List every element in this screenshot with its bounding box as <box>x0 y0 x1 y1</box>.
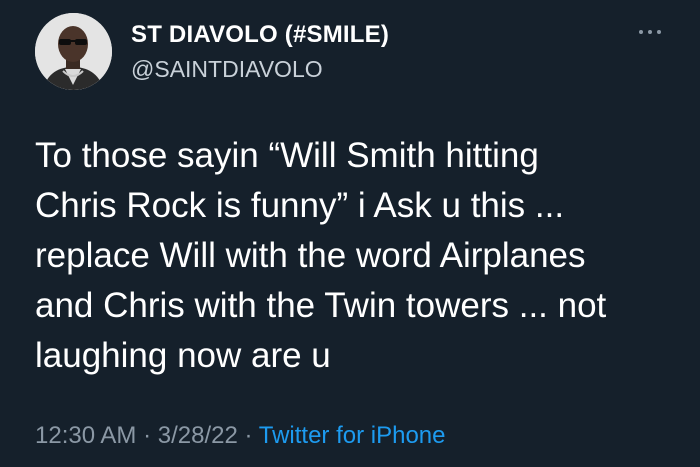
tweet-text-line: Chris Rock is funny” i Ask u this ... <box>35 186 565 225</box>
avatar[interactable] <box>35 13 112 90</box>
meta-separator: · <box>143 422 152 449</box>
avatar-image <box>35 13 112 90</box>
tweet-time[interactable]: 12:30 AM <box>35 422 136 449</box>
author-block: ST DIAVOLO (#SMILE) @SAINTDIAVOLO <box>131 20 389 84</box>
tweet-text-line: laughing now are u <box>35 336 331 375</box>
user-handle[interactable]: @SAINTDIAVOLO <box>131 54 389 84</box>
tweet-text-line: and Chris with the Twin towers ... not <box>35 286 607 325</box>
display-name[interactable]: ST DIAVOLO (#SMILE) <box>131 20 389 50</box>
tweet-meta: 12:30 AM · 3/28/22 · Twitter for iPhone <box>35 421 445 451</box>
tweet-text: To those sayin “Will Smith hitting Chris… <box>35 131 675 381</box>
tweet-text-line: replace Will with the word Airplanes <box>35 236 586 275</box>
meta-separator: · <box>244 422 253 449</box>
tweet-source-link[interactable]: Twitter for iPhone <box>259 422 446 449</box>
more-horizontal-icon[interactable] <box>639 26 663 38</box>
tweet-text-line: To those sayin “Will Smith hitting <box>35 136 539 175</box>
tweet-date[interactable]: 3/28/22 <box>158 422 238 449</box>
tweet-card: ST DIAVOLO (#SMILE) @SAINTDIAVOLO To tho… <box>0 0 700 467</box>
